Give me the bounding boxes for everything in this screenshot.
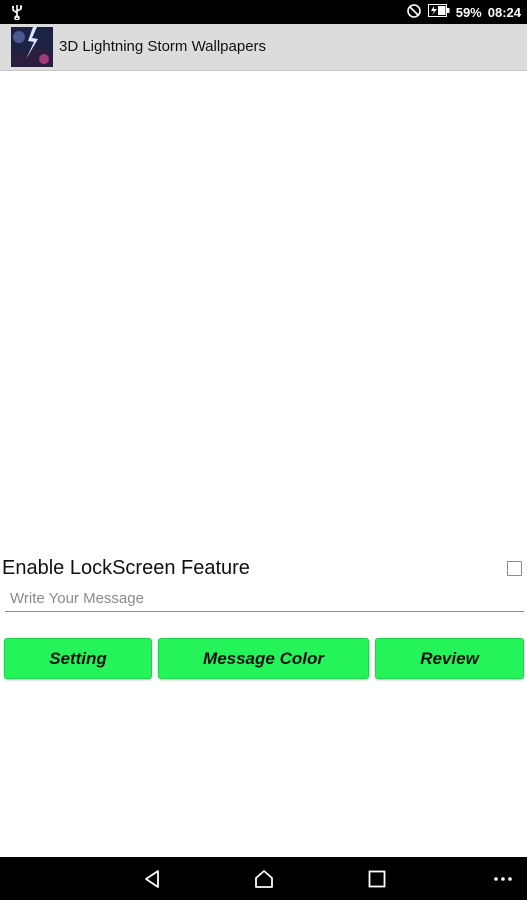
lockscreen-label: Enable LockScreen Feature bbox=[2, 557, 250, 579]
lockscreen-checkbox[interactable] bbox=[507, 561, 522, 576]
more-icon[interactable] bbox=[488, 857, 518, 900]
setting-button[interactable]: Setting bbox=[4, 638, 152, 679]
message-color-button[interactable]: Message Color bbox=[158, 638, 369, 679]
content-area bbox=[0, 71, 527, 857]
do-not-disturb-icon bbox=[406, 3, 422, 22]
status-bar: 59% 08:24 bbox=[0, 0, 527, 24]
navigation-bar bbox=[0, 857, 527, 900]
app-thumbnail-icon bbox=[11, 27, 53, 67]
status-time: 08:24 bbox=[487, 4, 521, 20]
home-icon[interactable] bbox=[247, 857, 281, 900]
lockscreen-row[interactable]: Enable LockScreen Feature bbox=[0, 555, 527, 581]
battery-icon bbox=[427, 4, 450, 20]
back-icon[interactable] bbox=[136, 857, 170, 900]
battery-percent: 59% bbox=[455, 4, 482, 20]
recent-apps-icon[interactable] bbox=[360, 857, 394, 900]
app-title: 3D Lightning Storm Wallpapers bbox=[59, 38, 267, 55]
usb-icon bbox=[10, 4, 24, 21]
review-button[interactable]: Review bbox=[375, 638, 524, 679]
app-bar: 3D Lightning Storm Wallpapers bbox=[0, 24, 527, 71]
message-input[interactable] bbox=[5, 586, 524, 612]
